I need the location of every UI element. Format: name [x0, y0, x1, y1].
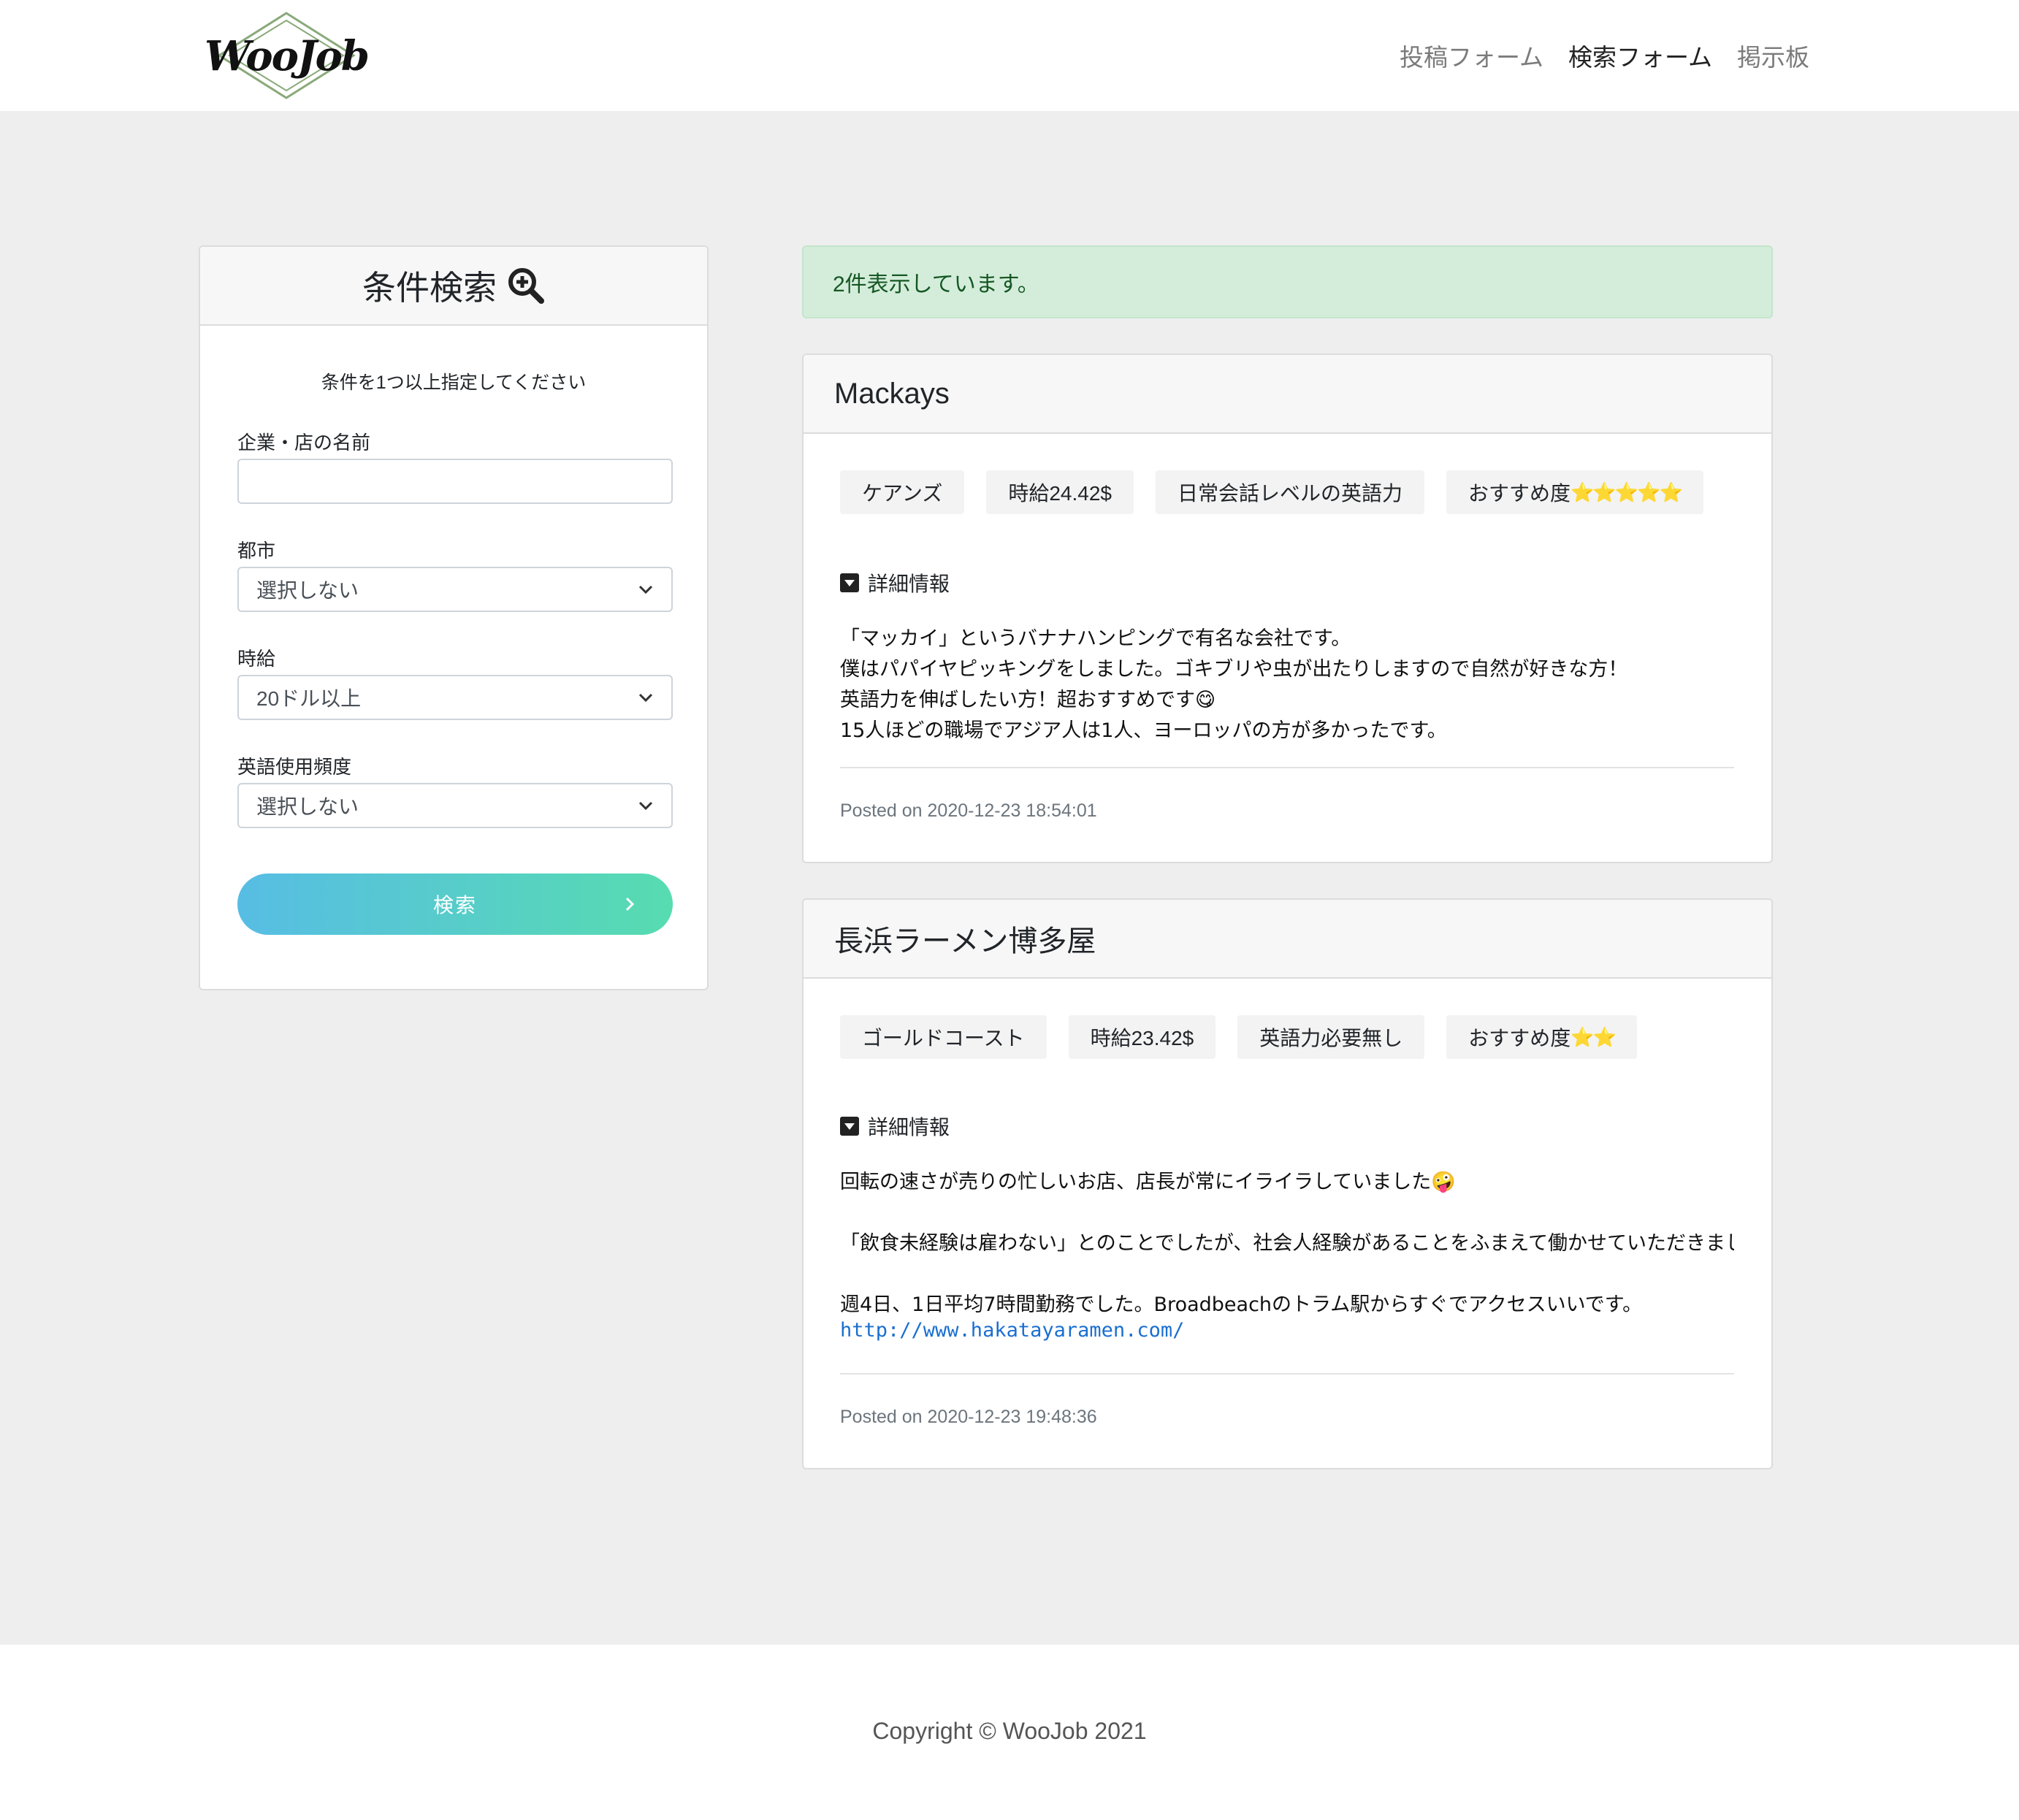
chevron-down-icon	[638, 801, 653, 811]
logo-text: WooJob	[204, 32, 370, 80]
search-button-label: 検索	[432, 894, 477, 917]
post-header: 長浜ラーメン博多屋	[804, 900, 1771, 979]
details-toggle[interactable]: 詳細情報	[840, 1112, 950, 1141]
top-navbar: WooJob 投稿フォーム 検索フォーム 掲示板	[0, 0, 2019, 111]
caret-down-icon	[840, 573, 859, 592]
tag-city: ケアンズ	[840, 470, 965, 514]
post-body-line: 15人ほどの職場でアジア人は1人、ヨーロッパの方が多かったです。	[840, 719, 1447, 742]
city-select-value: 選択しない	[256, 579, 359, 602]
wage-label: 時給	[237, 648, 276, 670]
post-body-line: 僕はパパイヤピッキングをしました。ゴキブリや虫が出たりしますので自然が好きな方！	[840, 658, 1628, 681]
post-body-line: 「飲食未経験は雇わない」とのことでしたが、社会人経験があることをふまえて働かせて…	[840, 1232, 1734, 1255]
details-label: 詳細情報	[868, 1116, 950, 1139]
city-label: 都市	[237, 540, 276, 562]
post-title: 長浜ラーメン博多屋	[834, 925, 1096, 957]
post-timestamp: Posted on 2020-12-23 19:48:36	[840, 1407, 1097, 1427]
chevron-down-icon	[638, 585, 653, 594]
english-select[interactable]: 選択しない	[237, 783, 673, 828]
search-card: 条件検索 条件を1つ以上指定してください 企業・店の名前 都市 選択しない 時給…	[199, 245, 709, 990]
tag-rating: おすすめ度 ⭐⭐⭐⭐⭐	[1446, 470, 1703, 514]
nav-post-form[interactable]: 投稿フォーム	[1400, 38, 1543, 73]
rating-stars: ⭐⭐	[1570, 1025, 1617, 1048]
tag-english: 日常会話レベルの英語力	[1155, 470, 1424, 514]
result-count-alert: 2件表示しています。	[802, 245, 1773, 318]
tag-wage: 時給24.42$	[986, 470, 1134, 514]
wage-select-value: 20ドル以上	[256, 687, 362, 710]
post-timestamp: Posted on 2020-12-23 18:54:01	[840, 800, 1097, 821]
english-select-value: 選択しない	[256, 795, 359, 818]
caret-down-icon	[840, 1117, 859, 1136]
chevron-down-icon	[638, 693, 653, 703]
rating-stars: ⭐⭐⭐⭐⭐	[1570, 481, 1683, 503]
post-title: Mackays	[834, 377, 950, 410]
post-tags: ケアンズ 時給24.42$ 日常会話レベルの英語力 おすすめ度 ⭐⭐⭐⭐⭐	[840, 470, 1703, 514]
post-body-line: 週4日、1日平均7時間勤務でした。Broadbeachのトラム駅からすぐでアクセ…	[840, 1293, 1643, 1316]
post-body-line: 回転の速さが売りの忙しいお店、店長が常にイライラしていました🤪	[840, 1171, 1456, 1193]
footer: Copyright © WooJob 2021	[0, 1645, 2019, 1820]
city-select[interactable]: 選択しない	[237, 567, 673, 612]
post-link[interactable]: http://www.hakatayaramen.com/	[840, 1319, 1184, 1342]
main-nav: 投稿フォーム 検索フォーム 掲示板	[1400, 38, 1809, 73]
tag-city: ゴールドコースト	[840, 1015, 1047, 1059]
company-name-input[interactable]	[237, 459, 673, 504]
english-label: 英語使用頻度	[237, 756, 352, 778]
search-title: 条件検索	[362, 269, 497, 307]
tag-rating: おすすめ度 ⭐⭐	[1446, 1015, 1638, 1059]
post-body-line: 英語力を伸ばしたい方！超おすすめです😋	[840, 689, 1216, 711]
name-label: 企業・店の名前	[237, 432, 371, 454]
search-button[interactable]: 検索	[237, 873, 673, 935]
post-card: 長浜ラーメン博多屋 ゴールドコースト 時給23.42$ 英語力必要無し おすすめ…	[802, 898, 1773, 1469]
post-body-line: 「マッカイ」というバナナハンピングで有名な会社です。	[840, 627, 1351, 650]
copyright-text: Copyright © WooJob 2021	[872, 1718, 1147, 1744]
zoom-in-icon	[508, 268, 544, 304]
brand-logo[interactable]: WooJob	[199, 10, 374, 101]
details-label: 詳細情報	[868, 573, 950, 595]
post-tags: ゴールドコースト 時給23.42$ 英語力必要無し おすすめ度 ⭐⭐	[840, 1015, 1638, 1059]
post-header: Mackays	[804, 355, 1771, 434]
nav-search-form[interactable]: 検索フォーム	[1568, 38, 1712, 73]
rating-label: おすすめ度	[1468, 482, 1571, 505]
post-divider	[840, 1373, 1734, 1374]
tag-wage: 時給23.42$	[1068, 1015, 1216, 1059]
post-divider	[840, 767, 1734, 768]
chevron-right-icon	[625, 897, 635, 911]
rating-label: おすすめ度	[1468, 1027, 1571, 1049]
wage-select[interactable]: 20ドル以上	[237, 675, 673, 720]
tag-english: 英語力必要無し	[1237, 1015, 1425, 1059]
details-toggle[interactable]: 詳細情報	[840, 568, 950, 597]
search-hint: 条件を1つ以上指定してください	[321, 372, 587, 393]
post-card: Mackays ケアンズ 時給24.42$ 日常会話レベルの英語力 おすすめ度 ⭐…	[802, 353, 1773, 863]
search-card-header: 条件検索	[200, 247, 707, 326]
result-count-text: 2件表示しています。	[833, 272, 1039, 297]
nav-board[interactable]: 掲示板	[1737, 38, 1809, 73]
